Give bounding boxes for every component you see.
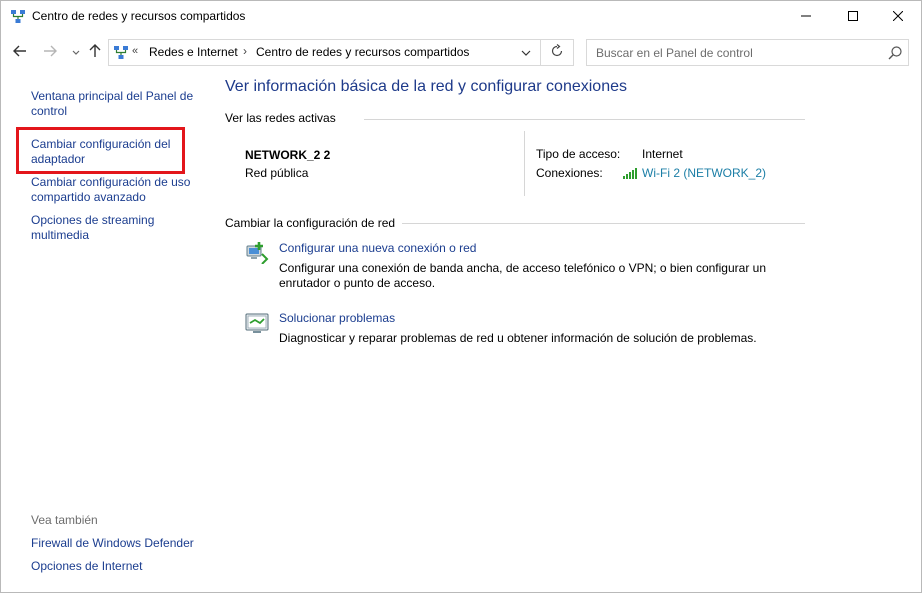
new-connection-description: Configurar una conexión de banda ancha, … xyxy=(279,261,766,290)
up-button[interactable] xyxy=(86,43,104,61)
see-also-label: Vea también xyxy=(31,513,98,527)
refresh-button[interactable] xyxy=(541,39,574,66)
troubleshoot-description: Diagnosticar y reparar problemas de red … xyxy=(279,331,757,345)
forward-button[interactable] xyxy=(41,43,59,61)
link-new-connection[interactable]: Configurar una nueva conexión o red xyxy=(279,241,476,255)
arrow-right-icon xyxy=(43,45,57,60)
breadcrumb-separator[interactable]: › xyxy=(243,44,247,58)
link-troubleshoot[interactable]: Solucionar problemas xyxy=(279,311,395,325)
connections-label: Conexiones: xyxy=(536,166,603,180)
left-pane: Ventana principal del Panel de control C… xyxy=(1,71,206,591)
breadcrumb-redes-e-internet[interactable]: Redes e Internet xyxy=(149,45,238,59)
link-streaming-multimedia[interactable]: Opciones de streaming multimedia xyxy=(31,213,199,243)
breadcrumb-centro-de-redes[interactable]: Centro de redes y recursos compartidos xyxy=(256,45,469,59)
link-ventana-principal[interactable]: Ventana principal del Panel de control xyxy=(31,89,199,119)
change-settings-header: Cambiar la configuración de red xyxy=(225,216,396,230)
arrow-up-icon xyxy=(89,43,101,61)
maximize-button[interactable] xyxy=(830,1,876,32)
divider xyxy=(524,131,525,196)
title-bar[interactable]: Centro de redes y recursos compartidos xyxy=(1,1,921,33)
network-center-icon xyxy=(10,9,26,25)
link-uso-compartido-avanzado[interactable]: Cambiar configuración de uso compartido … xyxy=(31,175,199,205)
troubleshoot-icon xyxy=(245,311,269,335)
breadcrumb-overflow[interactable]: « xyxy=(132,45,138,57)
network-center-icon xyxy=(113,45,129,61)
address-dropdown-button[interactable] xyxy=(519,45,533,61)
navigation-bar: « Redes e Internet › Centro de redes y r… xyxy=(1,34,921,70)
divider xyxy=(364,119,805,120)
access-type-value: Internet xyxy=(642,147,683,161)
link-opciones-internet[interactable]: Opciones de Internet xyxy=(31,559,199,574)
recent-locations-button[interactable] xyxy=(67,43,85,61)
new-connection-icon xyxy=(245,240,269,265)
divider xyxy=(402,223,805,224)
highlight-box xyxy=(16,127,185,174)
access-type-label: Tipo de acceso: xyxy=(536,147,621,161)
window-title: Centro de redes y recursos compartidos xyxy=(32,9,246,23)
page-title: Ver información básica de la red y confi… xyxy=(225,78,627,95)
connection-link[interactable]: Wi-Fi 2 (NETWORK_2) xyxy=(642,166,766,180)
address-bar[interactable]: « Redes e Internet › Centro de redes y r… xyxy=(108,39,541,66)
close-icon xyxy=(892,10,904,24)
active-networks-header: Ver las redes activas xyxy=(225,111,336,125)
wifi-signal-icon xyxy=(623,166,639,180)
search-icon[interactable] xyxy=(887,45,903,61)
search-placeholder: Buscar en el Panel de control xyxy=(596,46,753,60)
close-button[interactable] xyxy=(875,1,921,32)
minimize-button[interactable] xyxy=(783,1,829,32)
minimize-icon xyxy=(801,10,811,24)
link-firewall[interactable]: Firewall de Windows Defender xyxy=(31,536,199,551)
search-input[interactable]: Buscar en el Panel de control xyxy=(586,39,909,66)
back-button[interactable] xyxy=(11,43,29,61)
chevron-down-icon xyxy=(72,45,80,59)
network-name: NETWORK_2 2 xyxy=(245,148,331,162)
network-type[interactable]: Red pública xyxy=(245,166,308,180)
arrow-left-icon xyxy=(13,45,27,60)
window: Centro de redes y recursos compartidos «… xyxy=(0,0,922,593)
maximize-icon xyxy=(848,10,858,24)
refresh-icon xyxy=(550,44,564,61)
